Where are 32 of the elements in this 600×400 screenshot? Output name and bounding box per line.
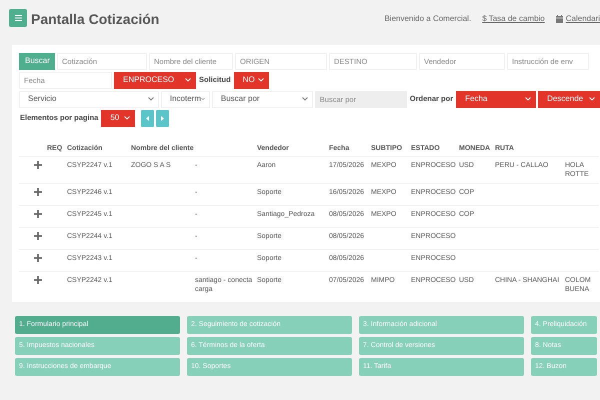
caret-icon	[185, 78, 191, 82]
header-link[interactable]: Calendari	[556, 13, 600, 25]
expand-icon[interactable]	[34, 254, 42, 262]
menu-icon	[14, 15, 22, 21]
left-arrow-icon	[146, 116, 150, 120]
dropdown[interactable]: Servicio	[19, 90, 159, 108]
right-arrow-icon	[161, 116, 164, 120]
dropdown[interactable]: 50	[101, 110, 136, 126]
expand-icon[interactable]	[34, 232, 42, 240]
dropdown[interactable]: Fecha	[456, 90, 536, 108]
caret-icon	[258, 78, 264, 82]
dropdown[interactable]: Incoterm	[160, 90, 210, 108]
caret-icon	[589, 97, 596, 101]
caret-icon	[124, 116, 130, 120]
expand-icon[interactable]	[34, 161, 42, 170]
expand-icon[interactable]	[34, 210, 42, 218]
caret-icon	[302, 97, 308, 101]
dropdown[interactable]: Buscar por	[212, 90, 313, 108]
dropdown[interactable]: Descende	[538, 90, 600, 108]
calendar-icon	[556, 15, 563, 23]
menu-button[interactable]	[9, 9, 27, 27]
header-link[interactable]: $ Tasa de cambio	[482, 13, 545, 25]
dropdown[interactable]: NO	[234, 72, 269, 88]
caret-icon	[525, 97, 532, 101]
page-title: Pantalla Cotización	[31, 10, 160, 29]
dropdown[interactable]: ENPROCESO	[114, 72, 196, 88]
search-button[interactable]: Buscar	[19, 52, 55, 70]
caret-icon	[201, 97, 205, 101]
expand-icon[interactable]	[34, 188, 42, 196]
caret-icon	[148, 97, 154, 101]
welcome-text: Bienvenido a Comercial.	[384, 13, 472, 25]
expand-icon[interactable]	[34, 276, 42, 284]
